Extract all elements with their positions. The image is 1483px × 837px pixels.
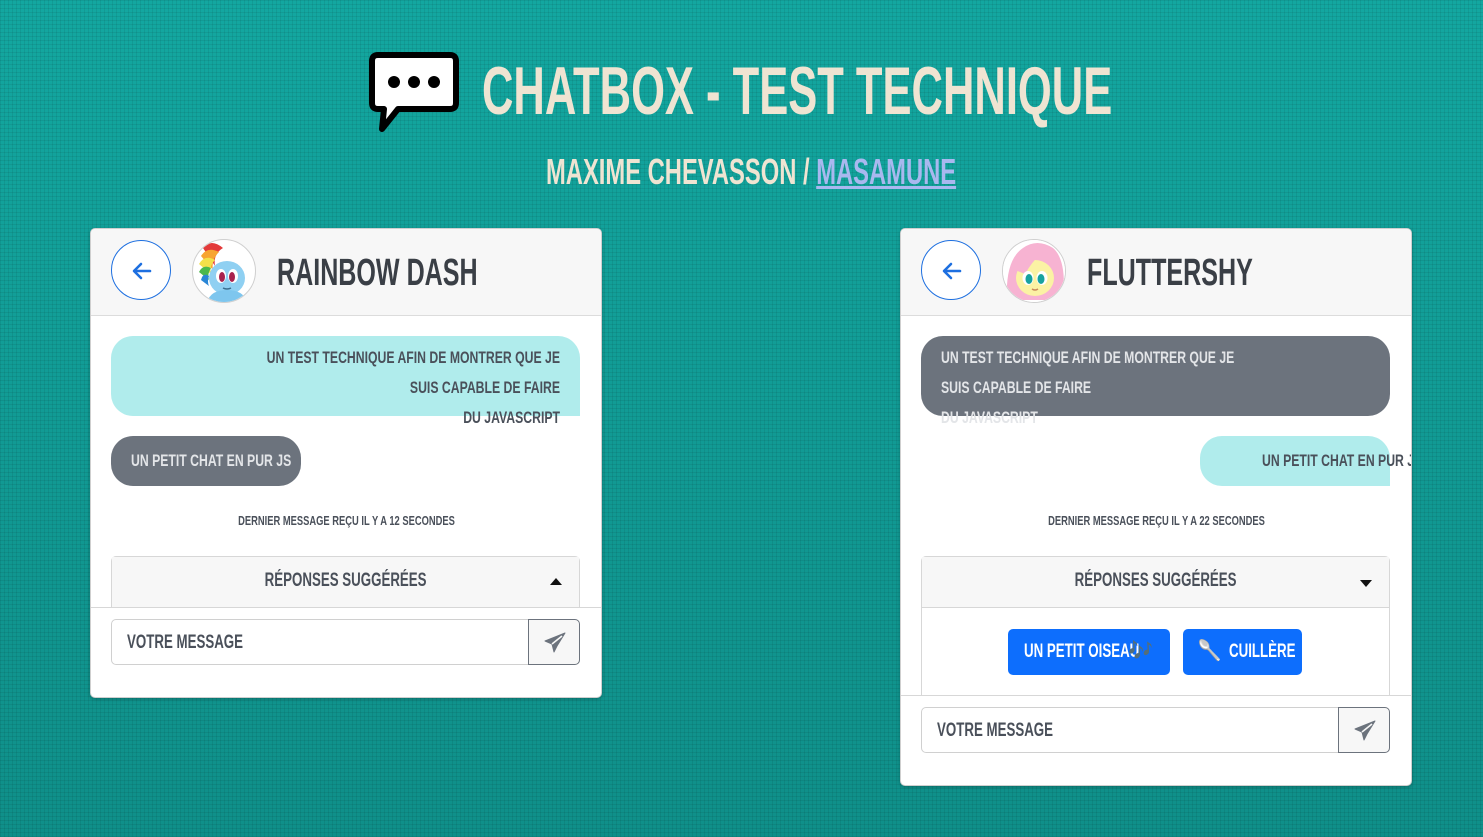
last-message-status: DERNIER MESSAGE REÇU IL Y A 12 SECONDES — [237, 513, 455, 528]
suggested-replies-panel: RÉPONSES SUGGÉRÉES UN PETIT OISEAU 🎶 🥄 C… — [921, 556, 1390, 696]
message-bubble-received: UN TEST TECHNIQUE AFIN DE MONTRER QUE JE… — [921, 336, 1390, 427]
message-bubble-received: UN PETIT CHAT EN PUR JS — [111, 436, 301, 486]
page-subtitle: MAXIME CHEVASSON / MASAMUNE — [546, 152, 956, 192]
send-button[interactable] — [528, 619, 580, 665]
page-title: CHATBOX - TEST TECHNIQUE — [482, 53, 1113, 129]
message-input[interactable]: VOTRE MESSAGE — [921, 707, 1339, 753]
contact-name: RAINBOW DASH — [277, 252, 478, 294]
paper-plane-icon — [544, 632, 566, 653]
message-bubble-sent: UN PETIT CHAT EN PUR JS — [1200, 436, 1411, 486]
spoon-icon: 🥄 — [1197, 640, 1222, 662]
back-button[interactable] — [921, 240, 981, 300]
suggestion-label: UN PETIT OISEAU — [1024, 641, 1140, 662]
suggested-replies-title: RÉPONSES SUGGÉRÉES — [1074, 570, 1237, 591]
message-input-placeholder: VOTRE MESSAGE — [937, 720, 1054, 741]
suggested-replies-toggle[interactable]: RÉPONSES SUGGÉRÉES — [922, 557, 1389, 608]
chat-bubble-ellipsis-icon — [369, 52, 459, 132]
message-form: VOTRE MESSAGE — [111, 619, 580, 665]
message-input[interactable]: VOTRE MESSAGE — [111, 619, 529, 665]
suggested-replies-toggle[interactable]: RÉPONSES SUGGÉRÉES — [112, 557, 579, 608]
suggested-replies-panel: RÉPONSES SUGGÉRÉES — [111, 556, 580, 608]
rainbow-dash-avatar — [192, 239, 256, 303]
chat-panel-fluttershy: FLUTTERSHY UN TEST TECHNIQUE AFIN DE MON… — [900, 228, 1412, 786]
author-link[interactable]: MASAMUNE — [816, 151, 956, 192]
page-header: CHATBOX - TEST TECHNIQUE — [0, 48, 1483, 134]
paper-plane-icon — [1354, 720, 1376, 741]
message-form: VOTRE MESSAGE — [921, 707, 1390, 753]
message-input-placeholder: VOTRE MESSAGE — [127, 632, 244, 653]
suggested-replies-title: RÉPONSES SUGGÉRÉES — [264, 570, 427, 591]
author-name: MAXIME CHEVASSON / — [546, 151, 810, 192]
suggestion-button-un-petit-oiseau[interactable]: UN PETIT OISEAU 🎶 — [1008, 629, 1170, 675]
caret-down-icon — [1360, 580, 1372, 587]
back-button[interactable] — [111, 240, 171, 300]
suggestion-button-cuillere[interactable]: 🥄 CUILLÈRE — [1183, 629, 1302, 675]
suggestion-label: CUILLÈRE — [1229, 641, 1296, 662]
chat-panel-rainbow-dash: RAINBOW DASH UN TEST TECHNIQUE AFIN DE M… — [90, 228, 602, 698]
fluttershy-avatar — [1002, 239, 1066, 303]
last-message-status: DERNIER MESSAGE REÇU IL Y A 22 SECONDES — [1047, 513, 1265, 528]
contact-name: FLUTTERSHY — [1087, 252, 1253, 294]
chat-header: RAINBOW DASH — [91, 229, 601, 316]
chat-header: FLUTTERSHY — [901, 229, 1411, 316]
musical-notes-icon: 🎶 — [1128, 640, 1153, 662]
caret-up-icon — [550, 578, 562, 585]
send-button[interactable] — [1338, 707, 1390, 753]
message-bubble-sent: UN TEST TECHNIQUE AFIN DE MONTRER QUE JE… — [111, 336, 580, 427]
arrow-left-icon — [132, 262, 152, 280]
arrow-left-icon — [942, 262, 962, 280]
